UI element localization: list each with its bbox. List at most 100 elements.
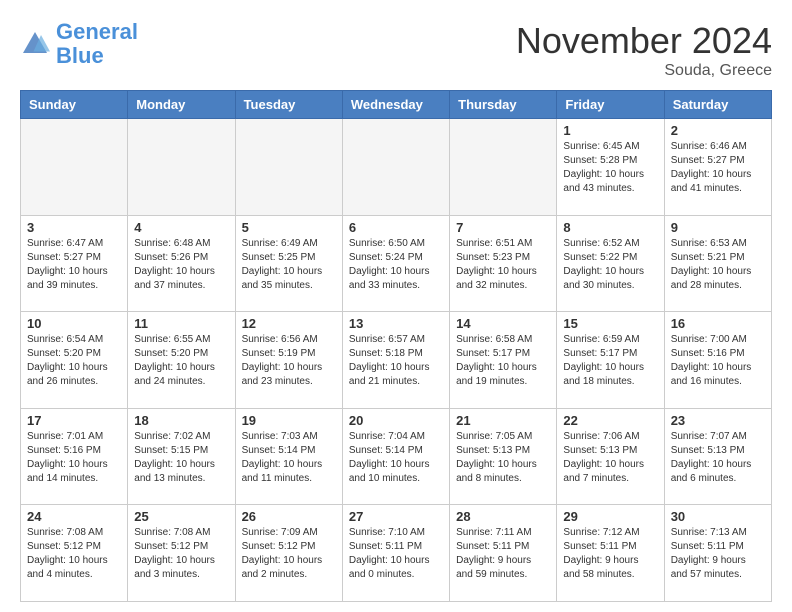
day-number: 4 xyxy=(134,220,228,235)
day-info: Sunrise: 7:03 AM Sunset: 5:14 PM Dayligh… xyxy=(242,430,336,486)
day-number: 17 xyxy=(27,413,121,428)
calendar-header-monday: Monday xyxy=(128,91,235,119)
calendar-cell: 23 Sunrise: 7:07 AM Sunset: 5:13 PM Dayli… xyxy=(664,408,771,505)
calendar-cell: 13 Sunrise: 6:57 AM Sunset: 5:18 PM Dayli… xyxy=(342,312,449,409)
calendar-cell: 7Sunrise: 6:51 AM Sunset: 5:23 PM Daylig… xyxy=(450,215,557,312)
day-info: Sunrise: 7:07 AM Sunset: 5:13 PM Dayligh… xyxy=(671,430,765,486)
day-number: 12 xyxy=(242,316,336,331)
day-info: Sunrise: 7:11 AM Sunset: 5:11 PM Dayligh… xyxy=(456,526,550,582)
calendar-cell: 25 Sunrise: 7:08 AM Sunset: 5:12 PM Dayli… xyxy=(128,505,235,602)
day-info: Sunrise: 6:45 AM Sunset: 5:28 PM Dayligh… xyxy=(563,140,657,196)
day-info: Sunrise: 7:00 AM Sunset: 5:16 PM Dayligh… xyxy=(671,333,765,389)
day-number: 1 xyxy=(563,123,657,138)
day-number: 19 xyxy=(242,413,336,428)
day-info: Sunrise: 6:58 AM Sunset: 5:17 PM Dayligh… xyxy=(456,333,550,389)
month-title: November 2024 xyxy=(516,20,772,62)
day-number: 8 xyxy=(563,220,657,235)
day-info: Sunrise: 7:12 AM Sunset: 5:11 PM Dayligh… xyxy=(563,526,657,582)
logo-blue: Blue xyxy=(56,43,104,68)
day-number: 20 xyxy=(349,413,443,428)
day-info: Sunrise: 7:09 AM Sunset: 5:12 PM Dayligh… xyxy=(242,526,336,582)
calendar-cell xyxy=(450,119,557,216)
calendar-cell: 14 Sunrise: 6:58 AM Sunset: 5:17 PM Dayli… xyxy=(450,312,557,409)
day-info: Sunrise: 7:01 AM Sunset: 5:16 PM Dayligh… xyxy=(27,430,121,486)
day-info: Sunrise: 7:08 AM Sunset: 5:12 PM Dayligh… xyxy=(27,526,121,582)
calendar-cell xyxy=(235,119,342,216)
day-number: 18 xyxy=(134,413,228,428)
calendar-week-3: 17 Sunrise: 7:01 AM Sunset: 5:16 PM Dayli… xyxy=(21,408,772,505)
calendar-cell: 30 Sunrise: 7:13 AM Sunset: 5:11 PM Dayli… xyxy=(664,505,771,602)
day-info: Sunrise: 7:04 AM Sunset: 5:14 PM Dayligh… xyxy=(349,430,443,486)
day-number: 23 xyxy=(671,413,765,428)
day-info: Sunrise: 6:56 AM Sunset: 5:19 PM Dayligh… xyxy=(242,333,336,389)
day-info: Sunrise: 6:49 AM Sunset: 5:25 PM Dayligh… xyxy=(242,237,336,293)
calendar-cell: 11 Sunrise: 6:55 AM Sunset: 5:20 PM Dayli… xyxy=(128,312,235,409)
calendar-cell: 6 Sunrise: 6:50 AM Sunset: 5:24 PM Daylig… xyxy=(342,215,449,312)
logo: General Blue xyxy=(20,20,138,68)
day-info: Sunrise: 6:59 AM Sunset: 5:17 PM Dayligh… xyxy=(563,333,657,389)
day-number: 6 xyxy=(349,220,443,235)
logo-icon xyxy=(20,29,50,59)
calendar-cell: 24 Sunrise: 7:08 AM Sunset: 5:12 PM Dayli… xyxy=(21,505,128,602)
day-info: Sunrise: 6:47 AM Sunset: 5:27 PM Dayligh… xyxy=(27,237,121,293)
calendar-header-friday: Friday xyxy=(557,91,664,119)
calendar-cell: 10Sunrise: 6:54 AM Sunset: 5:20 PM Dayli… xyxy=(21,312,128,409)
day-number: 27 xyxy=(349,509,443,524)
day-info: Sunrise: 6:50 AM Sunset: 5:24 PM Dayligh… xyxy=(349,237,443,293)
calendar-table: SundayMondayTuesdayWednesdayThursdayFrid… xyxy=(20,90,772,602)
logo-general: General xyxy=(56,19,138,44)
calendar-cell: 22 Sunrise: 7:06 AM Sunset: 5:13 PM Dayli… xyxy=(557,408,664,505)
day-number: 16 xyxy=(671,316,765,331)
day-number: 25 xyxy=(134,509,228,524)
calendar-cell: 3 Sunrise: 6:47 AM Sunset: 5:27 PM Daylig… xyxy=(21,215,128,312)
calendar-header-wednesday: Wednesday xyxy=(342,91,449,119)
day-number: 11 xyxy=(134,316,228,331)
day-info: Sunrise: 7:05 AM Sunset: 5:13 PM Dayligh… xyxy=(456,430,550,486)
day-info: Sunrise: 6:54 AM Sunset: 5:20 PM Dayligh… xyxy=(27,333,121,389)
calendar-header-sunday: Sunday xyxy=(21,91,128,119)
day-info: Sunrise: 6:55 AM Sunset: 5:20 PM Dayligh… xyxy=(134,333,228,389)
calendar-cell xyxy=(342,119,449,216)
day-number: 14 xyxy=(456,316,550,331)
calendar-header-row: SundayMondayTuesdayWednesdayThursdayFrid… xyxy=(21,91,772,119)
calendar-header-tuesday: Tuesday xyxy=(235,91,342,119)
calendar-week-4: 24 Sunrise: 7:08 AM Sunset: 5:12 PM Dayli… xyxy=(21,505,772,602)
calendar-week-1: 3 Sunrise: 6:47 AM Sunset: 5:27 PM Daylig… xyxy=(21,215,772,312)
day-number: 24 xyxy=(27,509,121,524)
page: General Blue November 2024 Souda, Greece… xyxy=(0,0,792,612)
day-number: 13 xyxy=(349,316,443,331)
day-info: Sunrise: 7:02 AM Sunset: 5:15 PM Dayligh… xyxy=(134,430,228,486)
day-number: 7 xyxy=(456,220,550,235)
calendar-cell: 1 Sunrise: 6:45 AM Sunset: 5:28 PM Daylig… xyxy=(557,119,664,216)
calendar-cell: 2Sunrise: 6:46 AM Sunset: 5:27 PM Daylig… xyxy=(664,119,771,216)
day-info: Sunrise: 6:57 AM Sunset: 5:18 PM Dayligh… xyxy=(349,333,443,389)
calendar-cell: 27Sunrise: 7:10 AM Sunset: 5:11 PM Dayli… xyxy=(342,505,449,602)
calendar-cell: 21 Sunrise: 7:05 AM Sunset: 5:13 PM Dayli… xyxy=(450,408,557,505)
calendar-cell: 19 Sunrise: 7:03 AM Sunset: 5:14 PM Dayli… xyxy=(235,408,342,505)
title-section: November 2024 Souda, Greece xyxy=(516,20,772,80)
day-number: 3 xyxy=(27,220,121,235)
calendar-cell: 12 Sunrise: 6:56 AM Sunset: 5:19 PM Dayli… xyxy=(235,312,342,409)
calendar-header-saturday: Saturday xyxy=(664,91,771,119)
calendar-cell: 15Sunrise: 6:59 AM Sunset: 5:17 PM Dayli… xyxy=(557,312,664,409)
day-number: 29 xyxy=(563,509,657,524)
day-number: 22 xyxy=(563,413,657,428)
day-info: Sunrise: 7:06 AM Sunset: 5:13 PM Dayligh… xyxy=(563,430,657,486)
header: General Blue November 2024 Souda, Greece xyxy=(20,20,772,80)
day-info: Sunrise: 6:52 AM Sunset: 5:22 PM Dayligh… xyxy=(563,237,657,293)
day-number: 21 xyxy=(456,413,550,428)
day-number: 30 xyxy=(671,509,765,524)
day-number: 28 xyxy=(456,509,550,524)
calendar-header-thursday: Thursday xyxy=(450,91,557,119)
calendar-week-0: 1 Sunrise: 6:45 AM Sunset: 5:28 PM Daylig… xyxy=(21,119,772,216)
day-info: Sunrise: 7:08 AM Sunset: 5:12 PM Dayligh… xyxy=(134,526,228,582)
calendar-cell: 8 Sunrise: 6:52 AM Sunset: 5:22 PM Daylig… xyxy=(557,215,664,312)
calendar-cell: 9Sunrise: 6:53 AM Sunset: 5:21 PM Daylig… xyxy=(664,215,771,312)
calendar-cell: 5Sunrise: 6:49 AM Sunset: 5:25 PM Daylig… xyxy=(235,215,342,312)
calendar-week-2: 10Sunrise: 6:54 AM Sunset: 5:20 PM Dayli… xyxy=(21,312,772,409)
calendar-cell: 4Sunrise: 6:48 AM Sunset: 5:26 PM Daylig… xyxy=(128,215,235,312)
day-info: Sunrise: 7:13 AM Sunset: 5:11 PM Dayligh… xyxy=(671,526,765,582)
calendar-cell: 26Sunrise: 7:09 AM Sunset: 5:12 PM Dayli… xyxy=(235,505,342,602)
calendar-cell: 16 Sunrise: 7:00 AM Sunset: 5:16 PM Dayli… xyxy=(664,312,771,409)
day-number: 9 xyxy=(671,220,765,235)
